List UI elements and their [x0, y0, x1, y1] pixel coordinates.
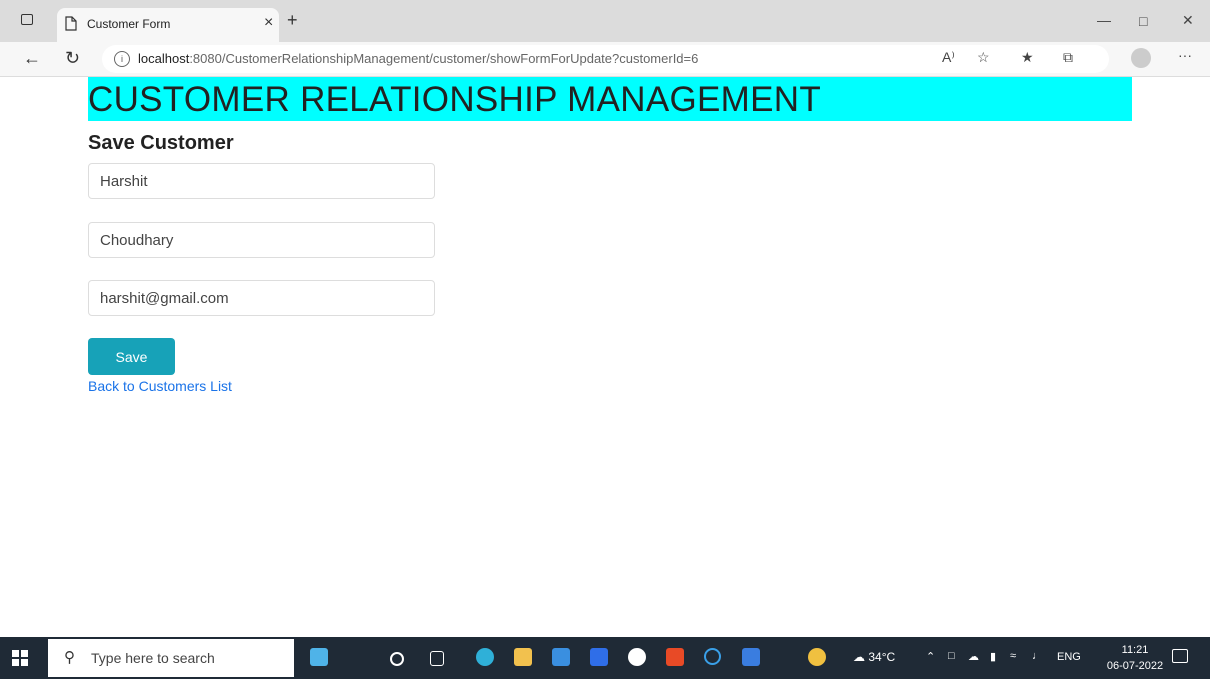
clock-time: 11:21 — [1121, 644, 1149, 656]
site-info-icon[interactable]: i — [114, 51, 130, 67]
search-placeholder: Type here to search — [91, 650, 215, 666]
helper-app-icon[interactable] — [808, 648, 826, 666]
close-window-icon[interactable]: ✕ — [1182, 12, 1194, 29]
url-field[interactable]: i localhost:8080/CustomerRelationshipMan… — [102, 45, 1109, 73]
close-tab-icon[interactable]: × — [264, 14, 273, 32]
tray-app-icon[interactable]: □ — [948, 650, 955, 662]
save-button[interactable]: Save — [88, 338, 175, 375]
notifications-icon[interactable] — [1172, 649, 1188, 663]
taskbar-clock[interactable]: 11:21 06-07-2022 — [1106, 642, 1164, 674]
edge-icon[interactable] — [476, 648, 494, 666]
email-field[interactable] — [88, 280, 435, 316]
first-name-field[interactable] — [88, 163, 435, 199]
back-arrow-icon[interactable]: ← — [23, 48, 41, 69]
news-widget-icon[interactable] — [310, 648, 328, 666]
task-view-icon[interactable] — [430, 651, 444, 666]
clock-date: 06-07-2022 — [1106, 660, 1164, 672]
taskbar-search-box[interactable]: ⚲ Type here to search — [48, 639, 294, 677]
page-icon — [65, 16, 77, 31]
tab-title: Customer Form — [87, 17, 171, 31]
read-aloud-icon[interactable]: A⁾ — [942, 49, 955, 66]
cortana-icon[interactable] — [390, 652, 404, 666]
dropbox-icon[interactable] — [590, 648, 608, 666]
browser-tab-bar: Customer Form × + — □ ✕ — [0, 0, 1210, 42]
new-tab-icon[interactable]: + — [287, 10, 298, 31]
show-hidden-icons-icon[interactable]: ⌃ — [926, 650, 935, 663]
profile-avatar-icon[interactable] — [1131, 48, 1151, 68]
minimize-icon[interactable]: — — [1097, 12, 1111, 28]
collections-icon[interactable]: ⧉ — [1063, 49, 1073, 66]
add-favorite-icon[interactable]: ☆ — [977, 49, 990, 66]
favorites-icon[interactable]: ★ — [1021, 49, 1034, 66]
back-to-customers-link[interactable]: Back to Customers List — [88, 378, 232, 394]
weather-widget[interactable]: ☁ 34°C — [853, 650, 895, 664]
page-content: CUSTOMER RELATIONSHIP MANAGEMENT Save Cu… — [0, 77, 1210, 637]
windows-taskbar: ⚲ Type here to search ☁ 34°C ⌃ □ ☁ ▮ ≈ ♩… — [0, 637, 1210, 679]
file-explorer-icon[interactable] — [514, 648, 532, 666]
onedrive-icon[interactable]: ☁ — [968, 650, 979, 663]
windows-start-icon[interactable] — [12, 650, 28, 666]
volume-icon[interactable]: ♩ — [1032, 650, 1043, 662]
page-title: Save Customer — [88, 132, 234, 154]
language-indicator[interactable]: ENG — [1057, 651, 1081, 663]
store-icon[interactable] — [742, 648, 760, 666]
restore-icon[interactable]: □ — [1139, 13, 1147, 29]
url-text: localhost:8080/CustomerRelationshipManag… — [138, 51, 699, 66]
search-icon: ⚲ — [64, 649, 75, 666]
tab-actions-icon[interactable] — [21, 14, 33, 25]
tab-customer-form[interactable]: Customer Form × — [57, 8, 279, 42]
app-icon[interactable] — [628, 648, 646, 666]
mail-icon[interactable] — [552, 648, 570, 666]
more-options-icon[interactable]: ··· — [1178, 47, 1192, 63]
last-name-field[interactable] — [88, 222, 435, 258]
battery-icon[interactable]: ▮ — [990, 650, 996, 663]
office-icon[interactable] — [666, 648, 684, 666]
cortana-ring-icon[interactable] — [704, 648, 721, 665]
refresh-icon[interactable]: ↻ — [65, 48, 80, 69]
wifi-icon[interactable]: ≈ — [1010, 650, 1016, 662]
app-header: CUSTOMER RELATIONSHIP MANAGEMENT — [88, 77, 1132, 121]
app-title: CUSTOMER RELATIONSHIP MANAGEMENT — [88, 80, 822, 119]
address-bar-row: ← ↻ i localhost:8080/CustomerRelationshi… — [0, 42, 1210, 77]
